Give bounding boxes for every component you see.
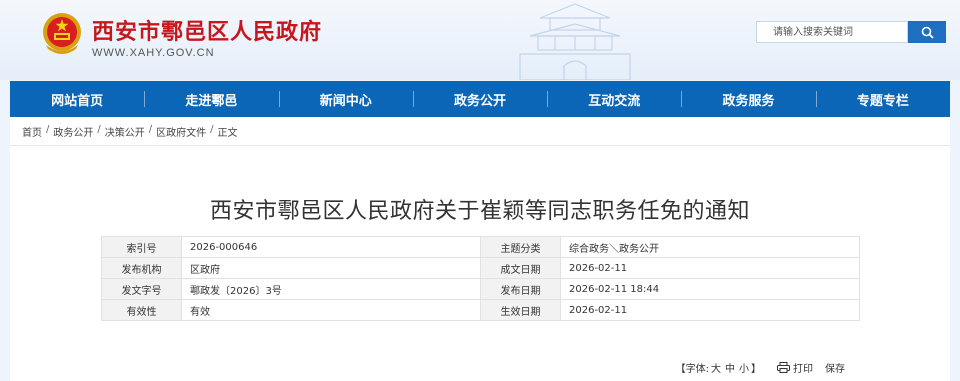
font-size-close: 】: [751, 364, 761, 375]
meta-value: 鄠政发〔2026〕3号: [181, 278, 481, 300]
meta-key: 发布日期: [480, 278, 561, 300]
table-row: 有效性 有效 生效日期 2026-02-11: [101, 299, 860, 321]
tower-building-icon: [519, 3, 631, 80]
nav-item-about[interactable]: 走进鄠邑: [144, 81, 278, 117]
content-panel: 首页 / 政务公开 / 决策公开 / 区政府文件 / 正文 西安市鄠邑区人民政府…: [10, 117, 950, 381]
meta-value: 区政府: [181, 257, 481, 279]
meta-value: 2026-02-11: [560, 299, 860, 321]
meta-key: 生效日期: [480, 299, 561, 321]
nav-item-topics[interactable]: 专题专栏: [815, 81, 950, 117]
meta-key: 主题分类: [480, 236, 561, 258]
table-row: 发文字号 鄠政发〔2026〕3号 发布日期 2026-02-11 18:44: [101, 278, 860, 300]
meta-key: 索引号: [101, 236, 182, 258]
meta-value: 2026-02-11: [560, 257, 860, 279]
divider: [10, 145, 950, 146]
meta-key: 有效性: [101, 299, 182, 321]
meta-key: 发布机构: [101, 257, 182, 279]
article-tools: 【字体: 大 中 小 】 打印 保存: [676, 360, 845, 375]
site-header: 西安市鄠邑区人民政府 WWW.XAHY.GOV.CN: [0, 0, 960, 80]
breadcrumb-current: 正文: [217, 128, 238, 139]
document-meta-table: 索引号 2026-000646 主题分类 综合政务＼政务公开 发布机构 区政府 …: [101, 236, 860, 321]
breadcrumb-separator: /: [210, 124, 214, 135]
save-button[interactable]: 保存: [825, 360, 845, 375]
breadcrumb-home[interactable]: 首页: [22, 124, 42, 139]
nav-item-interaction[interactable]: 互动交流: [547, 81, 681, 117]
breadcrumb-separator: /: [97, 124, 101, 135]
meta-value: 综合政务＼政务公开: [560, 236, 860, 258]
national-emblem-icon[interactable]: [40, 11, 84, 57]
search-input[interactable]: [756, 21, 908, 43]
meta-key: 发文字号: [101, 278, 182, 300]
search-button[interactable]: [908, 21, 946, 43]
document-title: 西安市鄠邑区人民政府关于崔颖等同志职务任免的通知: [209, 199, 750, 224]
breadcrumb: 首页 / 政务公开 / 决策公开 / 区政府文件 / 正文: [22, 124, 238, 139]
nav-item-news[interactable]: 新闻中心: [278, 81, 413, 117]
font-size-label: 【字体:: [675, 364, 709, 375]
meta-value: 2026-000646: [181, 236, 481, 258]
breadcrumb-separator: /: [46, 124, 50, 135]
meta-value: 有效: [181, 299, 481, 321]
nav-item-home[interactable]: 网站首页: [10, 81, 144, 117]
table-row: 索引号 2026-000646 主题分类 综合政务＼政务公开: [101, 236, 860, 258]
breadcrumb-gov-affairs[interactable]: 政务公开: [53, 124, 93, 139]
meta-key: 成文日期: [480, 257, 561, 279]
nav-item-services[interactable]: 政务服务: [681, 81, 815, 117]
font-size-medium[interactable]: 中: [725, 360, 735, 375]
nav-item-gov-affairs[interactable]: 政务公开: [412, 81, 547, 117]
font-size-small[interactable]: 小: [739, 360, 749, 375]
search-icon: [921, 26, 934, 39]
meta-value: 2026-02-11 18:44: [560, 278, 860, 300]
breadcrumb-docs[interactable]: 区政府文件: [156, 124, 206, 139]
breadcrumb-decision[interactable]: 决策公开: [105, 124, 145, 139]
site-title[interactable]: 西安市鄠邑区人民政府: [92, 14, 322, 46]
font-size-large[interactable]: 大: [711, 360, 721, 375]
print-button[interactable]: 打印: [793, 360, 813, 375]
table-row: 发布机构 区政府 成文日期 2026-02-11: [101, 257, 860, 279]
print-icon[interactable]: [777, 362, 790, 373]
main-nav: 网站首页 走进鄠邑 新闻中心 政务公开 互动交流 政务服务 专题专栏: [10, 81, 950, 117]
site-url: WWW.XAHY.GOV.CN: [92, 47, 215, 59]
breadcrumb-separator: /: [148, 124, 153, 135]
